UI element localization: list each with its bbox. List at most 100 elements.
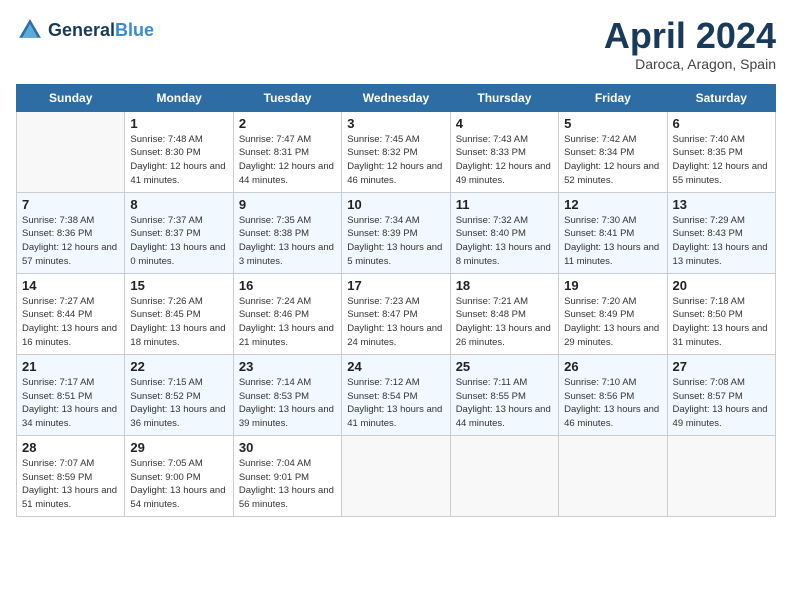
logo: GeneralBlue — [16, 16, 154, 44]
day-number: 4 — [456, 116, 553, 131]
calendar-cell: 8 Sunrise: 7:37 AM Sunset: 8:37 PM Dayli… — [125, 192, 233, 273]
calendar-cell: 20 Sunrise: 7:18 AM Sunset: 8:50 PM Dayl… — [667, 273, 775, 354]
day-info: Sunrise: 7:24 AM Sunset: 8:46 PM Dayligh… — [239, 295, 336, 350]
weekday-header-wednesday: Wednesday — [342, 84, 450, 111]
day-info: Sunrise: 7:12 AM Sunset: 8:54 PM Dayligh… — [347, 376, 444, 431]
day-number: 7 — [22, 197, 119, 212]
day-number: 17 — [347, 278, 444, 293]
day-info: Sunrise: 7:43 AM Sunset: 8:33 PM Dayligh… — [456, 133, 553, 188]
day-info: Sunrise: 7:32 AM Sunset: 8:40 PM Dayligh… — [456, 214, 553, 269]
day-info: Sunrise: 7:05 AM Sunset: 9:00 PM Dayligh… — [130, 457, 227, 512]
calendar-cell: 30 Sunrise: 7:04 AM Sunset: 9:01 PM Dayl… — [233, 435, 341, 516]
day-info: Sunrise: 7:37 AM Sunset: 8:37 PM Dayligh… — [130, 214, 227, 269]
logo-text: GeneralBlue — [48, 20, 154, 41]
calendar-cell: 1 Sunrise: 7:48 AM Sunset: 8:30 PM Dayli… — [125, 111, 233, 192]
calendar-cell: 27 Sunrise: 7:08 AM Sunset: 8:57 PM Dayl… — [667, 354, 775, 435]
calendar-cell: 4 Sunrise: 7:43 AM Sunset: 8:33 PM Dayli… — [450, 111, 558, 192]
day-number: 30 — [239, 440, 336, 455]
calendar-cell: 12 Sunrise: 7:30 AM Sunset: 8:41 PM Dayl… — [559, 192, 667, 273]
day-info: Sunrise: 7:45 AM Sunset: 8:32 PM Dayligh… — [347, 133, 444, 188]
calendar-cell: 6 Sunrise: 7:40 AM Sunset: 8:35 PM Dayli… — [667, 111, 775, 192]
weekday-header-sunday: Sunday — [17, 84, 125, 111]
calendar-cell: 18 Sunrise: 7:21 AM Sunset: 8:48 PM Dayl… — [450, 273, 558, 354]
day-number: 1 — [130, 116, 227, 131]
calendar-cell — [17, 111, 125, 192]
logo-blue: Blue — [115, 20, 154, 40]
calendar-cell: 24 Sunrise: 7:12 AM Sunset: 8:54 PM Dayl… — [342, 354, 450, 435]
calendar-week-4: 21 Sunrise: 7:17 AM Sunset: 8:51 PM Dayl… — [17, 354, 776, 435]
calendar-cell: 5 Sunrise: 7:42 AM Sunset: 8:34 PM Dayli… — [559, 111, 667, 192]
day-number: 28 — [22, 440, 119, 455]
day-info: Sunrise: 7:42 AM Sunset: 8:34 PM Dayligh… — [564, 133, 661, 188]
day-info: Sunrise: 7:29 AM Sunset: 8:43 PM Dayligh… — [673, 214, 770, 269]
day-number: 5 — [564, 116, 661, 131]
calendar-cell: 25 Sunrise: 7:11 AM Sunset: 8:55 PM Dayl… — [450, 354, 558, 435]
calendar-cell: 22 Sunrise: 7:15 AM Sunset: 8:52 PM Dayl… — [125, 354, 233, 435]
calendar-cell: 21 Sunrise: 7:17 AM Sunset: 8:51 PM Dayl… — [17, 354, 125, 435]
weekday-header-saturday: Saturday — [667, 84, 775, 111]
calendar-cell: 9 Sunrise: 7:35 AM Sunset: 8:38 PM Dayli… — [233, 192, 341, 273]
calendar-cell: 7 Sunrise: 7:38 AM Sunset: 8:36 PM Dayli… — [17, 192, 125, 273]
day-info: Sunrise: 7:14 AM Sunset: 8:53 PM Dayligh… — [239, 376, 336, 431]
calendar-cell — [450, 435, 558, 516]
calendar-cell: 13 Sunrise: 7:29 AM Sunset: 8:43 PM Dayl… — [667, 192, 775, 273]
day-info: Sunrise: 7:34 AM Sunset: 8:39 PM Dayligh… — [347, 214, 444, 269]
day-info: Sunrise: 7:48 AM Sunset: 8:30 PM Dayligh… — [130, 133, 227, 188]
location-subtitle: Daroca, Aragon, Spain — [604, 56, 776, 72]
calendar-cell: 15 Sunrise: 7:26 AM Sunset: 8:45 PM Dayl… — [125, 273, 233, 354]
day-number: 6 — [673, 116, 770, 131]
weekday-header-tuesday: Tuesday — [233, 84, 341, 111]
calendar-cell: 28 Sunrise: 7:07 AM Sunset: 8:59 PM Dayl… — [17, 435, 125, 516]
day-number: 8 — [130, 197, 227, 212]
calendar-cell: 14 Sunrise: 7:27 AM Sunset: 8:44 PM Dayl… — [17, 273, 125, 354]
day-info: Sunrise: 7:47 AM Sunset: 8:31 PM Dayligh… — [239, 133, 336, 188]
header: GeneralBlue April 2024 Daroca, Aragon, S… — [16, 16, 776, 72]
day-info: Sunrise: 7:40 AM Sunset: 8:35 PM Dayligh… — [673, 133, 770, 188]
day-number: 2 — [239, 116, 336, 131]
calendar-cell: 23 Sunrise: 7:14 AM Sunset: 8:53 PM Dayl… — [233, 354, 341, 435]
day-number: 11 — [456, 197, 553, 212]
month-title: April 2024 — [604, 16, 776, 56]
day-number: 25 — [456, 359, 553, 374]
generalblue-logo-icon — [16, 16, 44, 44]
day-number: 12 — [564, 197, 661, 212]
calendar-cell: 3 Sunrise: 7:45 AM Sunset: 8:32 PM Dayli… — [342, 111, 450, 192]
day-info: Sunrise: 7:04 AM Sunset: 9:01 PM Dayligh… — [239, 457, 336, 512]
calendar-cell: 2 Sunrise: 7:47 AM Sunset: 8:31 PM Dayli… — [233, 111, 341, 192]
day-info: Sunrise: 7:35 AM Sunset: 8:38 PM Dayligh… — [239, 214, 336, 269]
calendar-cell: 10 Sunrise: 7:34 AM Sunset: 8:39 PM Dayl… — [342, 192, 450, 273]
day-number: 23 — [239, 359, 336, 374]
day-number: 13 — [673, 197, 770, 212]
day-info: Sunrise: 7:30 AM Sunset: 8:41 PM Dayligh… — [564, 214, 661, 269]
calendar-week-2: 7 Sunrise: 7:38 AM Sunset: 8:36 PM Dayli… — [17, 192, 776, 273]
day-info: Sunrise: 7:15 AM Sunset: 8:52 PM Dayligh… — [130, 376, 227, 431]
day-number: 27 — [673, 359, 770, 374]
day-info: Sunrise: 7:23 AM Sunset: 8:47 PM Dayligh… — [347, 295, 444, 350]
calendar-cell — [559, 435, 667, 516]
calendar-cell: 19 Sunrise: 7:20 AM Sunset: 8:49 PM Dayl… — [559, 273, 667, 354]
weekday-header-monday: Monday — [125, 84, 233, 111]
day-number: 26 — [564, 359, 661, 374]
day-number: 14 — [22, 278, 119, 293]
calendar-cell: 11 Sunrise: 7:32 AM Sunset: 8:40 PM Dayl… — [450, 192, 558, 273]
day-number: 16 — [239, 278, 336, 293]
calendar-table: SundayMondayTuesdayWednesdayThursdayFrid… — [16, 84, 776, 517]
day-number: 10 — [347, 197, 444, 212]
calendar-cell — [667, 435, 775, 516]
day-info: Sunrise: 7:10 AM Sunset: 8:56 PM Dayligh… — [564, 376, 661, 431]
day-number: 20 — [673, 278, 770, 293]
day-info: Sunrise: 7:21 AM Sunset: 8:48 PM Dayligh… — [456, 295, 553, 350]
day-info: Sunrise: 7:07 AM Sunset: 8:59 PM Dayligh… — [22, 457, 119, 512]
day-number: 24 — [347, 359, 444, 374]
day-number: 18 — [456, 278, 553, 293]
day-number: 15 — [130, 278, 227, 293]
day-number: 19 — [564, 278, 661, 293]
day-info: Sunrise: 7:08 AM Sunset: 8:57 PM Dayligh… — [673, 376, 770, 431]
day-info: Sunrise: 7:27 AM Sunset: 8:44 PM Dayligh… — [22, 295, 119, 350]
calendar-cell: 17 Sunrise: 7:23 AM Sunset: 8:47 PM Dayl… — [342, 273, 450, 354]
day-info: Sunrise: 7:26 AM Sunset: 8:45 PM Dayligh… — [130, 295, 227, 350]
calendar-cell: 26 Sunrise: 7:10 AM Sunset: 8:56 PM Dayl… — [559, 354, 667, 435]
calendar-week-3: 14 Sunrise: 7:27 AM Sunset: 8:44 PM Dayl… — [17, 273, 776, 354]
day-number: 9 — [239, 197, 336, 212]
calendar-cell — [342, 435, 450, 516]
